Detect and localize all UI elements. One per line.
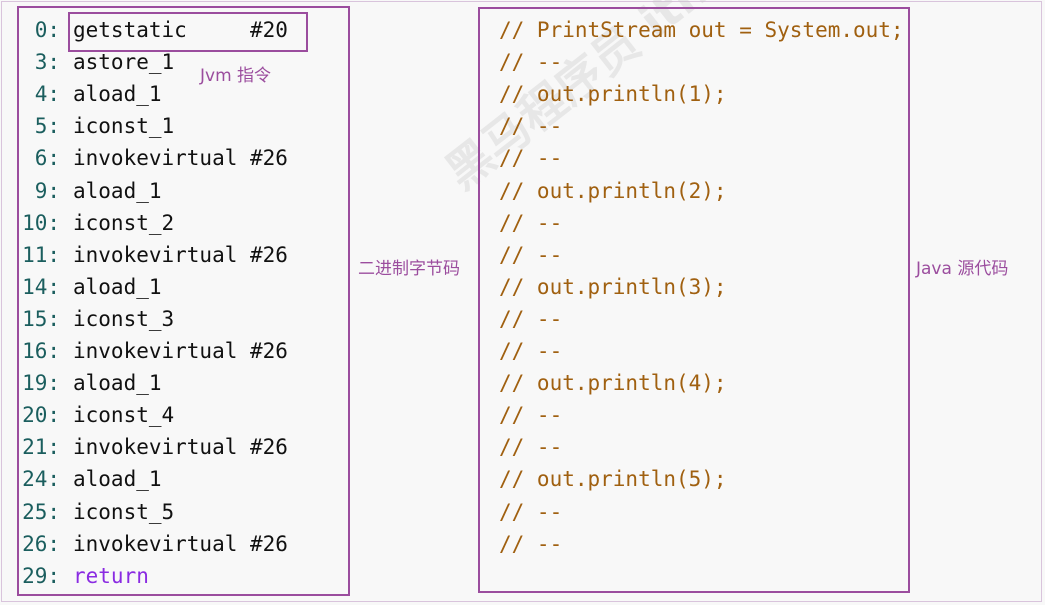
bytecode-instruction: iconst_3 bbox=[73, 307, 175, 331]
source-comment-line: // out.println(5); bbox=[499, 467, 727, 491]
bytecode-label: 二进制字节码 bbox=[358, 259, 460, 279]
source-comment-line: // -- bbox=[499, 211, 563, 235]
bytecode-instruction: iconst_5 bbox=[73, 500, 175, 524]
bytecode-offset: 19: bbox=[22, 371, 60, 395]
bytecode-instruction: invokevirtual #26 bbox=[73, 532, 288, 556]
bytecode-offset: 5: bbox=[34, 114, 60, 138]
bytecode-offset: 0: bbox=[34, 18, 60, 42]
bytecode-offset: 14: bbox=[22, 275, 60, 299]
source-comment-line: // -- bbox=[499, 307, 563, 331]
bytecode-offset: 29: bbox=[22, 564, 60, 588]
source-comment-line: // out.println(3); bbox=[499, 275, 727, 299]
source-comment-line: // -- bbox=[499, 403, 563, 427]
bytecode-panel bbox=[17, 6, 350, 596]
source-comment-line: // PrintStream out = System.out; bbox=[499, 18, 904, 42]
bytecode-instruction: aload_1 bbox=[73, 179, 162, 203]
bytecode-offset: 15: bbox=[22, 307, 60, 331]
bytecode-instruction: iconst_4 bbox=[73, 403, 175, 427]
source-comment-line: // -- bbox=[499, 339, 563, 363]
bytecode-offset: 3: bbox=[34, 50, 60, 74]
source-comment-line: // -- bbox=[499, 114, 563, 138]
source-comment-line: // -- bbox=[499, 435, 563, 459]
source-comment-line: // out.println(2); bbox=[499, 179, 727, 203]
bytecode-instruction: return bbox=[73, 564, 149, 588]
source-comment-line: // -- bbox=[499, 243, 563, 267]
source-comment-line: // -- bbox=[499, 500, 563, 524]
bytecode-offset: 20: bbox=[22, 403, 60, 427]
bytecode-instruction: getstatic #20 bbox=[73, 18, 288, 42]
bytecode-instruction: aload_1 bbox=[73, 371, 162, 395]
bytecode-instruction: aload_1 bbox=[73, 275, 162, 299]
bytecode-offset: 21: bbox=[22, 435, 60, 459]
bytecode-instruction: iconst_1 bbox=[73, 114, 175, 138]
bytecode-instruction: invokevirtual #26 bbox=[73, 435, 288, 459]
bytecode-offset: 16: bbox=[22, 339, 60, 363]
source-comment-line: // out.println(4); bbox=[499, 371, 727, 395]
bytecode-instruction: aload_1 bbox=[73, 467, 162, 491]
bytecode-instruction: iconst_2 bbox=[73, 211, 175, 235]
source-comment-line: // -- bbox=[499, 532, 563, 556]
bytecode-offset: 11: bbox=[22, 243, 60, 267]
bytecode-instruction: invokevirtual #26 bbox=[73, 243, 288, 267]
bytecode-offset: 24: bbox=[22, 467, 60, 491]
java-source-label: Java 源代码 bbox=[916, 259, 1009, 279]
bytecode-offset: 10: bbox=[22, 211, 60, 235]
bytecode-instruction: invokevirtual #26 bbox=[73, 146, 288, 170]
jvm-instruction-label: Jvm 指令 bbox=[200, 66, 272, 86]
bytecode-instruction: aload_1 bbox=[73, 82, 162, 106]
source-comment-line: // -- bbox=[499, 50, 563, 74]
bytecode-offset: 9: bbox=[34, 179, 60, 203]
bytecode-instruction: invokevirtual #26 bbox=[73, 339, 288, 363]
source-comment-line: // out.println(1); bbox=[499, 82, 727, 106]
bytecode-offset: 4: bbox=[34, 82, 60, 106]
bytecode-offset: 6: bbox=[34, 146, 60, 170]
bytecode-instruction: astore_1 bbox=[73, 50, 175, 74]
source-comment-line: // -- bbox=[499, 146, 563, 170]
bytecode-offset: 26: bbox=[22, 532, 60, 556]
bytecode-offset: 25: bbox=[22, 500, 60, 524]
